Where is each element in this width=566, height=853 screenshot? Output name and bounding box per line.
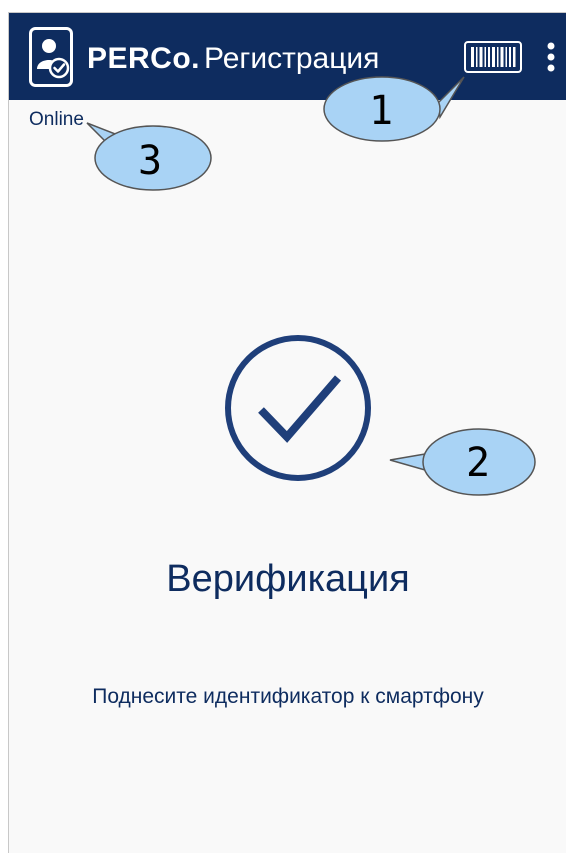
barcode-scan-button[interactable] <box>464 41 522 73</box>
app-bar: PERCo. Регистрация <box>9 13 566 100</box>
callout-3-number: 3 <box>137 138 163 184</box>
callout-2-number: 2 <box>465 440 491 486</box>
brand-name: PERCo. <box>87 42 201 75</box>
connection-status: Online <box>29 109 84 130</box>
more-vert-icon <box>547 42 555 72</box>
callout-1-number: 1 <box>368 88 394 134</box>
instruction-text: Поднесите идентификатор к смартфону <box>92 685 484 708</box>
verification-heading: Верификация <box>166 558 410 600</box>
app-logo-icon <box>29 27 73 87</box>
barcode-icon <box>471 47 516 67</box>
check-circle-icon <box>225 335 371 481</box>
more-options-button[interactable] <box>539 37 563 77</box>
